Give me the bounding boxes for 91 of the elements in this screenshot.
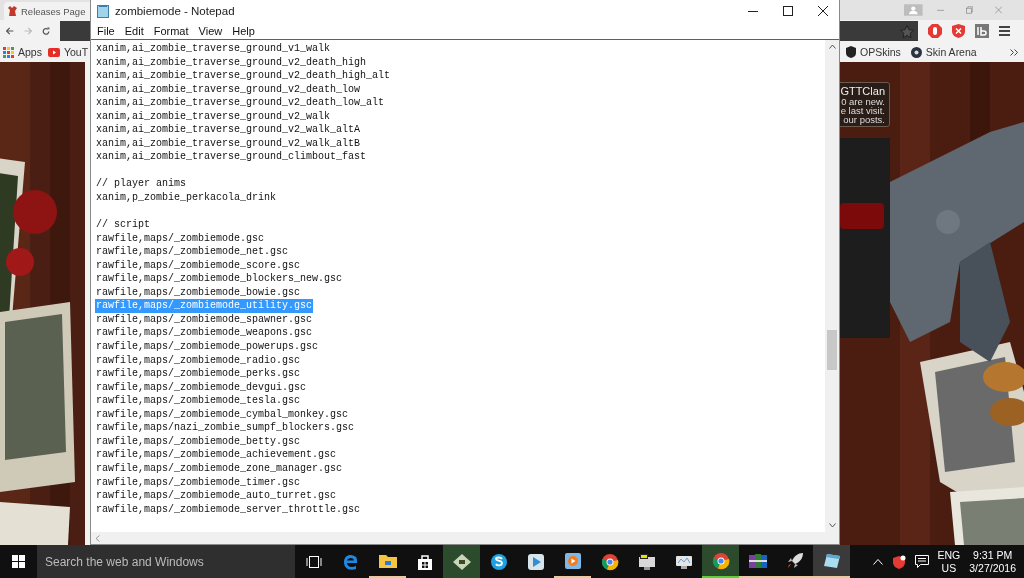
scrollbar[interactable] (825, 40, 839, 532)
horizontal-scrollbar[interactable] (91, 532, 839, 544)
menu-item[interactable]: View (198, 24, 223, 37)
text-line: xanim,ai_zombie_traverse_ground_v2_walk_altA (95, 123, 362, 137)
text-line: xanim,ai_zombie_traverse_ground_v2_death_high_alt (95, 69, 392, 83)
scroll-up-icon[interactable] (828, 44, 836, 49)
maximize-icon[interactable] (783, 6, 793, 16)
time-text: 9:31 PM (973, 548, 1013, 562)
text-line: // script (95, 218, 151, 232)
text-line: rawfile,maps/_zombiemode_server_throttle.gsc (95, 502, 362, 517)
folder-icon[interactable] (378, 553, 397, 568)
text-line: xanim,ai_zombie_traverse_ground_v2_death_low_alt (95, 96, 386, 110)
close-icon[interactable] (818, 6, 828, 16)
browser-e-icon[interactable] (342, 553, 359, 570)
scroll-down-icon[interactable] (828, 523, 836, 528)
books-icon[interactable] (748, 552, 767, 569)
menu-item[interactable]: Edit (124, 24, 144, 37)
text-line: xanim,ai_zombie_traverse_ground_v1_walk (95, 42, 332, 56)
play-icon (47, 47, 60, 57)
stop-sign-icon[interactable] (928, 24, 942, 38)
apps-grid-icon (3, 46, 14, 58)
scroll-thumb[interactable] (827, 330, 837, 370)
text-line: rawfile,maps/_zombiemode_zone_manager.gsc (95, 461, 344, 476)
media-player-icon[interactable] (564, 552, 581, 569)
message-icon[interactable] (914, 555, 929, 568)
text-line: rawfile,maps/_zombiemode_bowie.gsc (95, 285, 302, 300)
monitor-icon[interactable] (674, 553, 693, 570)
search-field[interactable]: Search the web and Windows (37, 545, 295, 578)
text-line: rawfile,maps/_zombiemode_betty.gsc (95, 434, 302, 449)
region-text: US (941, 561, 957, 575)
text-line: rawfile,maps/_zombiemode_weapons.gsc (95, 326, 314, 341)
chevron-up-icon[interactable] (872, 558, 883, 565)
chrome-icon[interactable] (711, 551, 730, 570)
chevron-icon[interactable] (1010, 48, 1018, 56)
badge-icon (846, 46, 856, 58)
text-line: rawfile,maps/_zombiemode_perks.gsc (95, 367, 302, 381)
chrome-icon[interactable] (600, 552, 619, 571)
text-line: xanim,ai_zombie_traverse_ground_v2_death_high (95, 55, 368, 70)
language-text: ENG (937, 548, 961, 562)
extension-icon[interactable] (975, 24, 989, 38)
language-indicator[interactable]: ENG US (937, 548, 961, 575)
menu-item[interactable]: Format (153, 24, 189, 37)
window-title: zombiemode - Notepad (115, 5, 235, 17)
text-line: rawfile,maps/_zombiemode_net.gsc (95, 245, 290, 259)
clock[interactable]: 9:31 PM 3/27/2016 (969, 548, 1016, 575)
text-line: rawfile,maps/_zombiemode_devgui.gsc (95, 380, 308, 395)
text-line: rawfile,maps/_zombiemode_auto_turret.gsc (95, 489, 338, 503)
circle-logo-icon (910, 46, 922, 58)
menu-item[interactable]: Help (232, 24, 255, 37)
notice-text: our posts. (843, 115, 885, 124)
shield-icon[interactable] (891, 554, 906, 569)
notice-text: GTTClan (840, 85, 885, 97)
task-view-icon[interactable] (305, 555, 322, 568)
rocket-icon[interactable] (785, 551, 804, 570)
diamond-icon[interactable] (452, 553, 471, 570)
store-icon[interactable] (416, 553, 433, 570)
play-icon[interactable] (526, 552, 545, 571)
notice-text: 0 are new. (841, 97, 885, 106)
text-line: xanim,ai_zombie_traverse_ground_v2_death_low (95, 82, 362, 97)
text-line: xanim,ai_zombie_traverse_ground_climbout_fast (95, 150, 368, 164)
text-line: rawfile,maps/_zombiemode_powerups.gsc (95, 340, 320, 354)
notice-text: e last visit. (840, 106, 885, 115)
skype-icon[interactable] (489, 552, 508, 571)
bookmark[interactable]: Skin Arena (910, 46, 977, 58)
text-line: rawfile,maps/_zombiemode_spawner.gsc (95, 312, 314, 327)
text-line: rawfile,maps/_zombiemode_tesla.gsc (95, 394, 302, 408)
menu-item[interactable]: File (97, 24, 115, 37)
notepad-icon (97, 4, 109, 18)
text-line: rawfile,maps/_zombiemode_achievement.gsc (95, 448, 338, 462)
windows-logo-icon[interactable] (12, 555, 25, 568)
menu-icon[interactable] (999, 26, 1010, 36)
bookmark[interactable]: OPSkins (846, 46, 901, 58)
back-icon[interactable] (6, 25, 14, 37)
browser-tab[interactable]: Releases Page (4, 2, 90, 20)
text-line: xanim,p_zombie_perkacola_drink (95, 191, 278, 205)
bookmark[interactable]: Apps (3, 46, 42, 58)
text-line: xanim,ai_zombie_traverse_ground_v2_walk_altB (95, 136, 362, 151)
notepad-icon[interactable] (823, 552, 840, 569)
star-icon[interactable] (900, 24, 914, 38)
text-line: xanim,ai_zombie_traverse_ground_v2_walk (95, 109, 332, 124)
text-line: rawfile,maps/_zombiemode_score.gsc (95, 258, 302, 273)
date-text: 3/27/2016 (969, 561, 1016, 575)
bookmark[interactable]: YouT (47, 46, 89, 58)
text-line: rawfile,maps/_zombiemode.gsc (95, 231, 266, 246)
text-line: rawfile,maps/nazi_zombie_sumpf_blockers.gsc (95, 421, 356, 435)
text-line: rawfile,maps/_zombiemode_blockers_new.gsc (95, 272, 344, 286)
text-line: // player anims (95, 177, 187, 191)
text-line: rawfile,maps/_zombiemode_radio.gsc (95, 353, 302, 368)
text-line: rawfile,maps/_zombiemode_timer.gsc (95, 475, 302, 490)
text-line: rawfile,maps/_zombiemode_cymbal_monkey.gsc (95, 407, 350, 422)
monitor-icon[interactable] (637, 553, 656, 570)
